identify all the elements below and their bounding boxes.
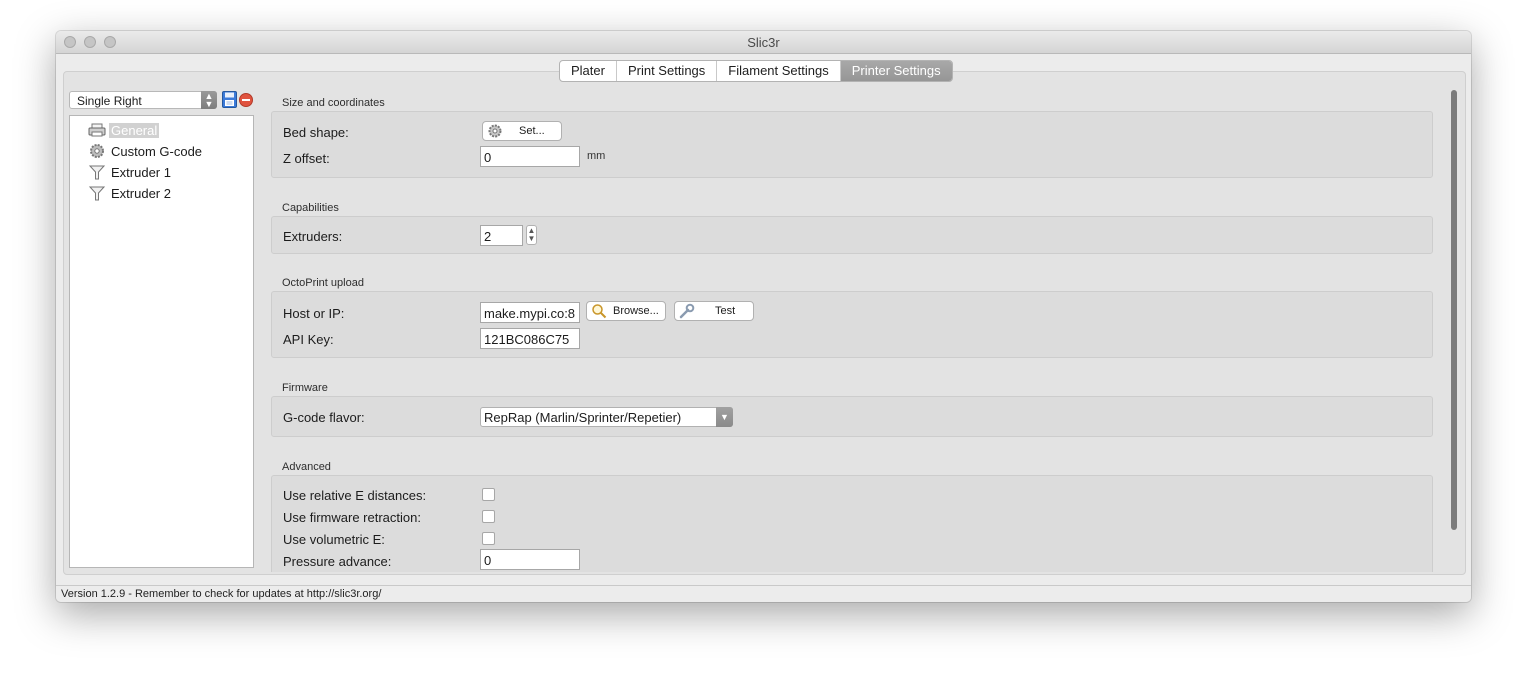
browse-button[interactable]: Browse... [586,301,666,321]
relative-e-label: Use relative E distances: [283,488,427,503]
api-key-input[interactable]: 121BC086C75 [480,328,580,349]
section-box-size: Bed shape: Set... Z offset: 0 mm [271,111,1433,178]
relative-e-checkbox[interactable] [482,488,495,501]
app-window: Slic3r Plater Print Settings Filament Se… [56,31,1471,602]
section-title-octoprint: OctoPrint upload [282,277,364,289]
z-offset-input[interactable]: 0 [480,146,580,167]
tab-bar: Plater Print Settings Filament Settings … [559,60,953,82]
tab-plater[interactable]: Plater [560,61,617,81]
tree-item-label: Extruder 1 [111,164,171,180]
tree-item-label: Extruder 2 [111,185,171,201]
firmware-retraction-checkbox[interactable] [482,510,495,523]
window-title: Slic3r [747,35,780,50]
gcode-flavor-select[interactable]: RepRap (Marlin/Sprinter/Repetier) ▼ [480,407,733,427]
status-bar: Version 1.2.9 - Remember to check for up… [56,585,1471,602]
firmware-retraction-label: Use firmware retraction: [283,510,421,525]
section-title-capabilities: Capabilities [282,202,339,214]
test-button-label: Test [715,305,736,317]
preset-select[interactable]: Single Right ▲ ▼ [69,91,217,109]
browse-button-label: Browse... [613,305,659,317]
tree-item-label: General [109,122,160,138]
wrench-icon [679,303,695,319]
extruders-label: Extruders: [283,229,343,244]
extruders-stepper[interactable]: ▲ ▼ [526,225,537,245]
section-box-capabilities: Extruders: 2 ▲ ▼ [271,216,1433,254]
host-label: Host or IP: [283,306,345,321]
funnel-icon [88,186,106,201]
volumetric-e-label: Use volumetric E: [283,532,385,547]
gcode-flavor-value: RepRap (Marlin/Sprinter/Repetier) [484,410,682,425]
settings-tree: General Custom G-code Extruder 1 Extrude… [69,115,254,568]
settings-content: Size and coordinates Bed shape: Set... Z… [271,86,1433,572]
save-preset-icon[interactable] [222,91,237,108]
api-key-label: API Key: [283,332,334,347]
section-box-advanced: Use relative E distances: Use firmware r… [271,475,1433,572]
gcode-flavor-label: G-code flavor: [283,410,365,425]
title-bar: Slic3r [56,31,1471,54]
vertical-scrollbar[interactable] [1449,88,1459,572]
funnel-icon [88,165,106,180]
section-title-advanced: Advanced [282,461,331,473]
printer-icon [88,123,106,137]
section-box-octoprint: Host or IP: make.mypi.co:8 Browse... Tes… [271,291,1433,358]
host-input[interactable]: make.mypi.co:8 [480,302,580,323]
tab-print-settings[interactable]: Print Settings [617,61,718,81]
test-button[interactable]: Test [674,301,754,321]
cog-icon [488,124,502,138]
scrollbar-thumb[interactable] [1451,90,1457,530]
tree-item-custom-gcode[interactable]: Custom G-code [88,142,204,160]
bed-shape-set-button[interactable]: Set... [482,121,562,141]
delete-preset-icon[interactable] [239,93,253,107]
pressure-advance-label: Pressure advance: [283,554,392,569]
tree-item-general[interactable]: General [88,121,160,139]
tab-filament-settings[interactable]: Filament Settings [717,61,841,81]
preset-select-value: Single Right [77,94,142,108]
z-offset-unit: mm [587,150,606,162]
section-box-firmware: G-code flavor: RepRap (Marlin/Sprinter/R… [271,396,1433,437]
status-text: Version 1.2.9 - Remember to check for up… [61,588,382,600]
magnifier-icon [592,304,607,319]
tree-item-extruder-2[interactable]: Extruder 2 [88,184,173,202]
chevron-down-icon: ▼ [716,407,733,427]
extruders-input[interactable]: 2 [480,225,523,246]
bed-shape-label: Bed shape: [283,125,349,140]
tree-item-label: Custom G-code [111,143,203,159]
z-offset-label: Z offset: [283,151,330,166]
tree-item-extruder-1[interactable]: Extruder 1 [88,163,173,181]
section-title-size: Size and coordinates [282,97,385,109]
section-title-firmware: Firmware [282,382,328,394]
cog-icon [90,144,104,158]
pressure-advance-input[interactable]: 0 [480,549,580,570]
volumetric-e-checkbox[interactable] [482,532,495,545]
updown-chevron-icon: ▲ ▼ [201,91,217,109]
tab-printer-settings[interactable]: Printer Settings [840,61,952,81]
set-button-label: Set... [519,125,545,137]
